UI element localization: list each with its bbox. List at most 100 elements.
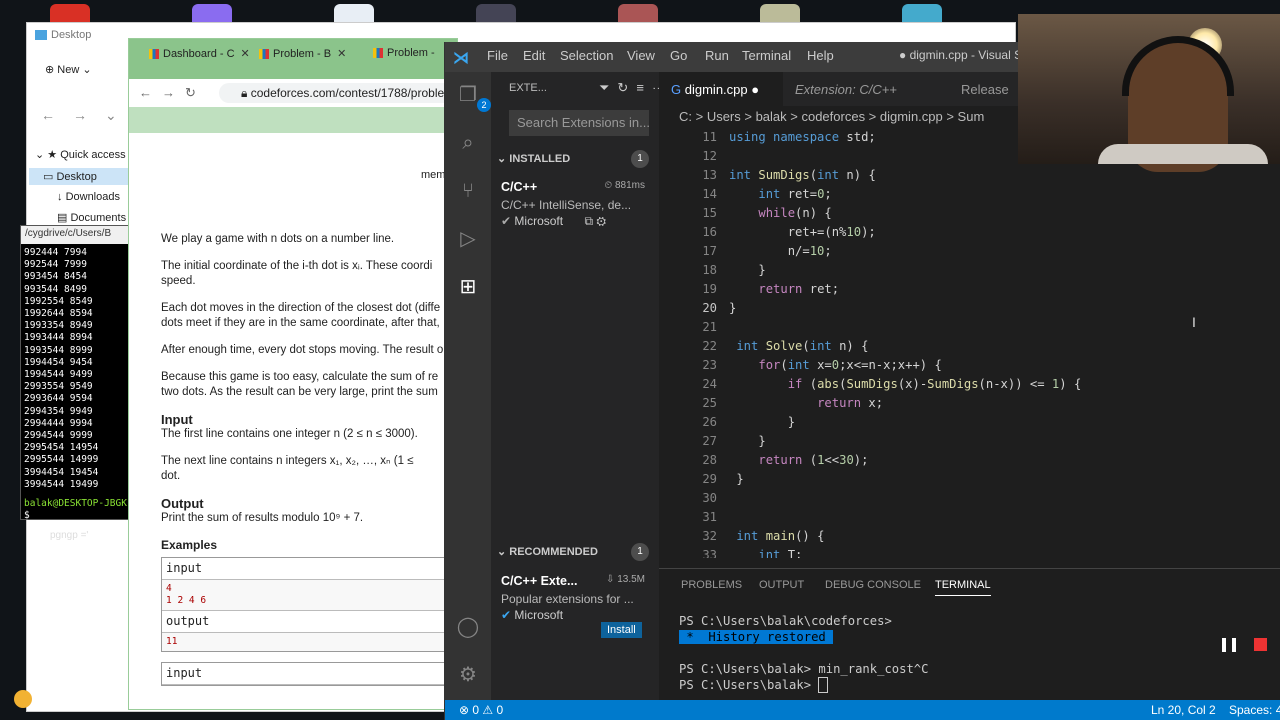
- code-line[interactable]: 32 int main() {: [659, 529, 1280, 548]
- line-number: 22: [702, 339, 717, 353]
- example-input-value[interactable]: 41 2 4 6: [162, 580, 460, 610]
- input-text-3: dot.: [161, 470, 181, 482]
- input-heading: Input: [161, 412, 193, 427]
- code-line[interactable]: 28 return (1<<30);: [659, 453, 1280, 472]
- close-icon[interactable]: ✕: [241, 48, 250, 60]
- code-line[interactable]: 14 int ret=0;: [659, 187, 1280, 206]
- output-heading: Output: [161, 496, 204, 511]
- example-input-label: input: [162, 663, 460, 685]
- menu-edit[interactable]: Edit: [523, 48, 545, 63]
- url-field[interactable]: 🔒︎ codeforces.com/contest/1788/problem: [219, 83, 469, 103]
- sidebar-item-documents[interactable]: ▤ Documents: [57, 211, 126, 224]
- tab-terminal[interactable]: TERMINAL: [935, 579, 991, 596]
- code-line[interactable]: 33 int T;: [659, 548, 1280, 558]
- search-icon[interactable]: ⌕: [455, 130, 481, 156]
- gear-icon: ⚙: [596, 214, 607, 228]
- line-number: 24: [702, 377, 717, 391]
- tab-problems[interactable]: PROBLEMS: [681, 579, 742, 591]
- indentation-status[interactable]: Spaces: 4: [1229, 703, 1280, 717]
- line-number: 27: [702, 434, 717, 448]
- example-output-value[interactable]: 11: [162, 633, 460, 651]
- codeforces-icon: [149, 49, 159, 60]
- code-line[interactable]: 29 }: [659, 472, 1280, 491]
- manage-gear-icon[interactable]: ⚙: [455, 662, 481, 688]
- cygwin-terminal-window[interactable]: /cygdrive/c/Users/B 992444 7994 992544 7…: [20, 225, 140, 521]
- codeforces-icon: [373, 48, 383, 59]
- code-line[interactable]: 23 for(int x=0;x<=n-x;x++) {: [659, 358, 1280, 377]
- code-line[interactable]: 30: [659, 491, 1280, 510]
- code-line[interactable]: 24 if (abs(SumDigs(x)-SumDigs(n-x)) <= 1…: [659, 377, 1280, 396]
- tab-dashboard[interactable]: Dashboard - C ✕: [143, 47, 253, 71]
- statement-para: The initial coordinate of the i-th dot i…: [161, 260, 433, 272]
- code-line[interactable]: 21: [659, 320, 1280, 339]
- browser-nav-icons[interactable]: ←→↻: [139, 85, 206, 101]
- menu-help[interactable]: Help: [807, 48, 834, 63]
- code-line[interactable]: 15 while(n) {: [659, 206, 1280, 225]
- install-button[interactable]: Install: [601, 622, 642, 638]
- line-text: if (abs(SumDigs(x)-SumDigs(n-x)) <= 1) {: [787, 377, 1082, 391]
- refresh-icon: ↻: [617, 80, 637, 95]
- line-text: using namespace std;: [729, 130, 876, 144]
- search-extensions-input[interactable]: Search Extensions in...: [509, 110, 649, 136]
- tab-debug-console[interactable]: DEBUG CONSOLE: [825, 579, 921, 591]
- recommended-count-badge: 1: [631, 543, 649, 561]
- code-line[interactable]: 19 return ret;: [659, 282, 1280, 301]
- tab-output[interactable]: OUTPUT: [759, 579, 804, 591]
- code-line[interactable]: 17 n/=10;: [659, 244, 1280, 263]
- recommended-section-header[interactable]: ⌄ RECOMMENDED: [497, 545, 598, 558]
- menu-view[interactable]: View: [627, 48, 655, 63]
- extensions-icon[interactable]: ⊞: [455, 274, 481, 300]
- recording-controls: [1218, 634, 1274, 656]
- tab-extension-cpp[interactable]: Extension: C/C++: [783, 72, 939, 106]
- new-button[interactable]: ⊕ New ⌄: [45, 63, 92, 76]
- line-number: 15: [702, 206, 717, 220]
- code-line[interactable]: 25 return x;: [659, 396, 1280, 415]
- line-number: 26: [702, 415, 717, 429]
- statement-para: Because this game is too easy, calculate…: [161, 371, 439, 383]
- cursor-position[interactable]: Ln 20, Col 2: [1151, 703, 1216, 717]
- line-number: 17: [702, 244, 717, 258]
- menu-file[interactable]: File: [487, 48, 508, 63]
- installed-count-badge: 1: [631, 150, 649, 168]
- account-icon[interactable]: ◯: [455, 614, 481, 640]
- menu-terminal[interactable]: Terminal: [742, 48, 791, 63]
- line-number: 14: [702, 187, 717, 201]
- stop-icon[interactable]: [1254, 638, 1267, 651]
- menu-run[interactable]: Run: [705, 48, 729, 63]
- quick-access-item[interactable]: ⌄ ★ Quick access: [35, 148, 126, 161]
- window-title: ● digmin.cpp - Visual S: [899, 48, 1023, 62]
- code-line[interactable]: 18 }: [659, 263, 1280, 282]
- weather-widget[interactable]: 38°F Clear: [14, 688, 65, 710]
- source-control-icon[interactable]: ⑂: [455, 178, 481, 204]
- menu-go[interactable]: Go: [670, 48, 687, 63]
- line-text: return (1<<30);: [758, 453, 869, 467]
- line-text: }: [729, 415, 796, 429]
- code-line[interactable]: 22 int Solve(int n) {: [659, 339, 1280, 358]
- code-line[interactable]: 26 }: [659, 415, 1280, 434]
- extension-item-cpp[interactable]: C/C++ ⏲ 881ms C/C++ IntelliSense, de... …: [501, 180, 651, 229]
- code-line[interactable]: 31: [659, 510, 1280, 529]
- examples-heading: Examples: [161, 538, 218, 552]
- sidebar-item-downloads[interactable]: ↓ Downloads: [57, 191, 120, 203]
- sidebar-item-desktop[interactable]: ▭ Desktop: [29, 168, 129, 185]
- code-editor[interactable]: 11 using namespace std; 12 13 int SumDigs(in…: [659, 128, 1280, 558]
- menu-selection[interactable]: Selection: [560, 48, 613, 63]
- statement-para: two dots. As the result can be very larg…: [161, 386, 438, 398]
- tab-digmin-cpp[interactable]: G digmin.cpp ●: [659, 72, 783, 106]
- code-line[interactable]: 20}: [659, 301, 1280, 320]
- integrated-terminal[interactable]: PS C:\Users\balak\codeforces> * History …: [679, 613, 928, 693]
- address-bar-row: ←→↻ 🔒︎ codeforces.com/contest/1788/probl…: [129, 81, 469, 103]
- problems-status[interactable]: ⊗ 0 ⚠ 0: [459, 703, 503, 717]
- code-line[interactable]: 27 }: [659, 434, 1280, 453]
- close-icon[interactable]: ✕: [337, 48, 346, 60]
- cloud-icon: ⇩ 13.5M: [606, 574, 645, 585]
- extension-item-cpp-pack[interactable]: C/C++ Exte... ⇩ 13.5M Popular extensions…: [501, 574, 651, 638]
- run-debug-icon[interactable]: ▷: [455, 226, 481, 252]
- explorer-files-icon[interactable]: ❐ 2: [455, 82, 491, 112]
- tab-problem-b[interactable]: Problem - B ✕: [253, 47, 365, 71]
- code-line[interactable]: 16 ret+=(n%10);: [659, 225, 1280, 244]
- line-text: }: [729, 263, 766, 277]
- pause-icon[interactable]: [1222, 638, 1236, 652]
- installed-section-header[interactable]: ⌄ INSTALLED: [497, 152, 570, 165]
- example-input-label: input: [162, 558, 460, 580]
